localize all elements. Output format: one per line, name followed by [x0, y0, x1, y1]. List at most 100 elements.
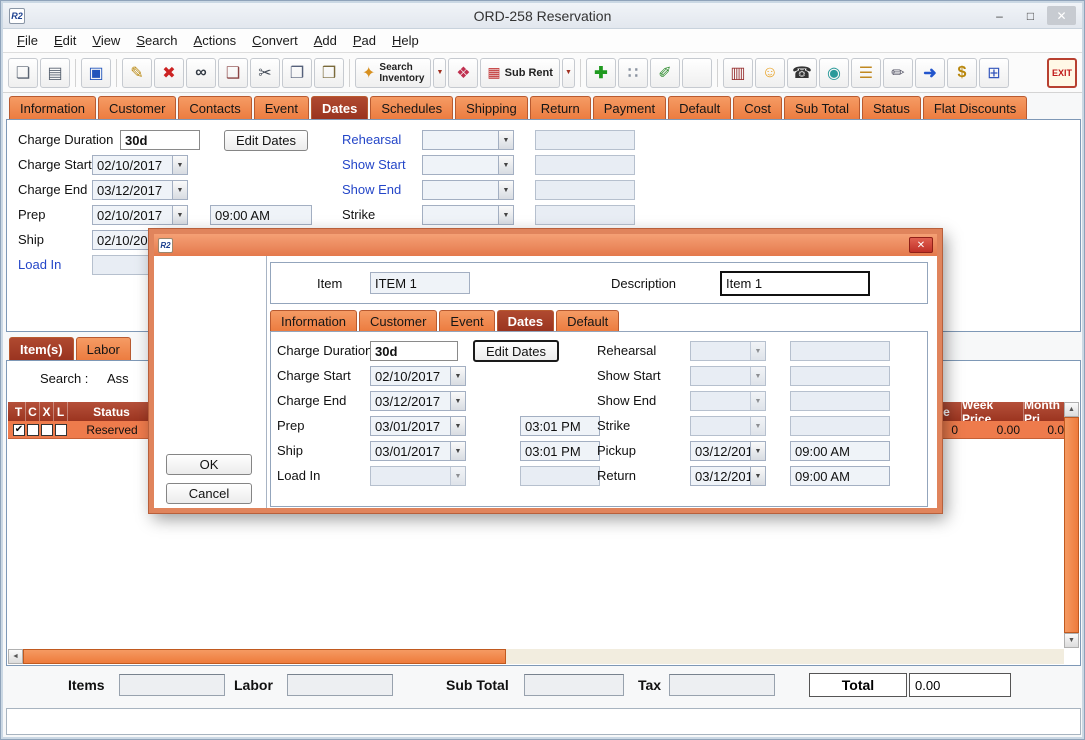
- delete-button[interactable]: ✖: [154, 58, 184, 88]
- close-button[interactable]: ✕: [1047, 6, 1076, 25]
- dialog-tab-default[interactable]: Default: [556, 310, 619, 331]
- dialog-prep-date-field[interactable]: 03/01/2017: [370, 416, 466, 436]
- dropdown-icon[interactable]: [172, 206, 187, 224]
- tab-flat-discounts[interactable]: Flat Discounts: [923, 96, 1027, 119]
- items-search-value[interactable]: Ass: [107, 371, 129, 386]
- dropdown-icon[interactable]: [450, 367, 465, 385]
- description-field[interactable]: Item 1: [720, 271, 870, 296]
- row-checkbox-c[interactable]: [27, 424, 39, 436]
- show-start-date-field[interactable]: [422, 155, 514, 175]
- copy-button[interactable]: ❐: [282, 58, 312, 88]
- dialog-ship-time-field[interactable]: 03:01 PM: [520, 441, 600, 461]
- rehearsal-date-field[interactable]: [422, 130, 514, 150]
- tab-dates[interactable]: Dates: [311, 96, 368, 119]
- cut-button[interactable]: ✂: [250, 58, 280, 88]
- tab-payment[interactable]: Payment: [593, 96, 666, 119]
- print-edit-button[interactable]: ❑: [218, 58, 248, 88]
- search-inventory-button[interactable]: ✦ Search Inventory: [355, 58, 431, 88]
- dialog-ship-date-field[interactable]: 03/01/2017: [370, 441, 466, 461]
- scroll-up-icon[interactable]: [1064, 402, 1079, 417]
- dialog-edit-dates-button[interactable]: Edit Dates: [473, 340, 559, 362]
- sub-rent-dropdown[interactable]: ▼: [562, 58, 575, 88]
- dialog-pickup-date-field[interactable]: 03/12/2017: [690, 441, 766, 461]
- tab-shipping[interactable]: Shipping: [455, 96, 528, 119]
- tab-sub-total[interactable]: Sub Total: [784, 96, 860, 119]
- item-field[interactable]: ITEM 1: [370, 272, 470, 294]
- dropdown-icon[interactable]: [450, 417, 465, 435]
- tab-default[interactable]: Default: [668, 96, 731, 119]
- dropdown-icon[interactable]: [498, 206, 513, 224]
- palette-button[interactable]: ❖: [448, 58, 478, 88]
- row-checkbox-t[interactable]: ✔: [13, 424, 25, 436]
- dialog-tab-information[interactable]: Information: [270, 310, 357, 331]
- menu-view[interactable]: View: [84, 31, 128, 50]
- books-button[interactable]: ☰: [851, 58, 881, 88]
- prep-time-field[interactable]: 09:00 AM: [210, 205, 312, 225]
- find-button[interactable]: ∞: [186, 58, 216, 88]
- tab-information[interactable]: Information: [9, 96, 96, 119]
- menu-search[interactable]: Search: [128, 31, 185, 50]
- show-end-link[interactable]: Show End: [342, 182, 401, 197]
- tab-items[interactable]: Item(s): [9, 337, 74, 360]
- print-button[interactable]: ▤: [40, 58, 70, 88]
- menu-help[interactable]: Help: [384, 31, 427, 50]
- ok-button[interactable]: OK: [166, 454, 252, 475]
- cancel-button[interactable]: Cancel: [166, 483, 252, 504]
- edit-dates-button[interactable]: Edit Dates: [224, 130, 308, 151]
- paste-button[interactable]: ❒: [314, 58, 344, 88]
- horizontal-scrollbar-track[interactable]: [506, 649, 1064, 664]
- scroll-down-icon[interactable]: [1064, 633, 1079, 648]
- tab-customer[interactable]: Customer: [98, 96, 176, 119]
- tab-cost[interactable]: Cost: [733, 96, 782, 119]
- load-in-link[interactable]: Load In: [18, 257, 61, 272]
- charge-duration-field[interactable]: 30d: [120, 130, 200, 150]
- dialog-charge-end-field[interactable]: 03/12/2017: [370, 391, 466, 411]
- tab-status[interactable]: Status: [862, 96, 921, 119]
- dropdown-icon[interactable]: [450, 392, 465, 410]
- dialog-charge-start-field[interactable]: 02/10/2017: [370, 366, 466, 386]
- row-checkbox-l[interactable]: [55, 424, 67, 436]
- tab-event[interactable]: Event: [254, 96, 309, 119]
- money-button[interactable]: $: [947, 58, 977, 88]
- dropdown-icon[interactable]: [750, 467, 765, 485]
- charge-start-field[interactable]: 02/10/2017: [92, 155, 188, 175]
- add-button[interactable]: ✚: [586, 58, 616, 88]
- horizontal-scrollbar-thumb[interactable]: [23, 649, 506, 664]
- cart-button[interactable]: ⊞: [979, 58, 1009, 88]
- dialog-prep-time-field[interactable]: 03:01 PM: [520, 416, 600, 436]
- dropdown-icon[interactable]: [498, 131, 513, 149]
- dropdown-icon[interactable]: [750, 442, 765, 460]
- strike-date-field[interactable]: [422, 205, 514, 225]
- sub-rent-button[interactable]: ▦ Sub Rent: [480, 58, 560, 88]
- scroll-left-icon[interactable]: [8, 649, 23, 664]
- show-start-link[interactable]: Show Start: [342, 157, 406, 172]
- machine-button[interactable]: ▥: [723, 58, 753, 88]
- dialog-return-time-field[interactable]: 09:00 AM: [790, 466, 890, 486]
- vertical-scrollbar-thumb[interactable]: [1064, 417, 1079, 633]
- horizontal-scrollbar[interactable]: [8, 649, 1064, 664]
- dialog-tab-dates[interactable]: Dates: [497, 310, 554, 331]
- tab-return[interactable]: Return: [530, 96, 591, 119]
- prep-date-field[interactable]: 02/10/2017: [92, 205, 188, 225]
- vertical-scrollbar[interactable]: [1064, 402, 1079, 648]
- dialog-close-button[interactable]: ✕: [909, 237, 933, 253]
- tab-contacts[interactable]: Contacts: [178, 96, 251, 119]
- menu-convert[interactable]: Convert: [244, 31, 306, 50]
- search-inventory-dropdown[interactable]: ▼: [433, 58, 446, 88]
- menu-file[interactable]: File: [9, 31, 46, 50]
- dialog-charge-duration-field[interactable]: 30d: [370, 341, 458, 361]
- smiley-button[interactable]: ☺: [755, 58, 785, 88]
- blank-button[interactable]: [682, 58, 712, 88]
- note-button[interactable]: ✐: [650, 58, 680, 88]
- dialog-tab-customer[interactable]: Customer: [359, 310, 437, 331]
- rehearsal-link[interactable]: Rehearsal: [342, 132, 401, 147]
- menu-add[interactable]: Add: [306, 31, 345, 50]
- menu-edit[interactable]: Edit: [46, 31, 84, 50]
- dropdown-icon[interactable]: [172, 156, 187, 174]
- minimize-button[interactable]: –: [985, 6, 1014, 25]
- dropdown-icon[interactable]: [450, 442, 465, 460]
- row-checkbox-x[interactable]: [41, 424, 53, 436]
- compose-button[interactable]: ✏: [883, 58, 913, 88]
- maximize-button[interactable]: □: [1016, 6, 1045, 25]
- show-end-date-field[interactable]: [422, 180, 514, 200]
